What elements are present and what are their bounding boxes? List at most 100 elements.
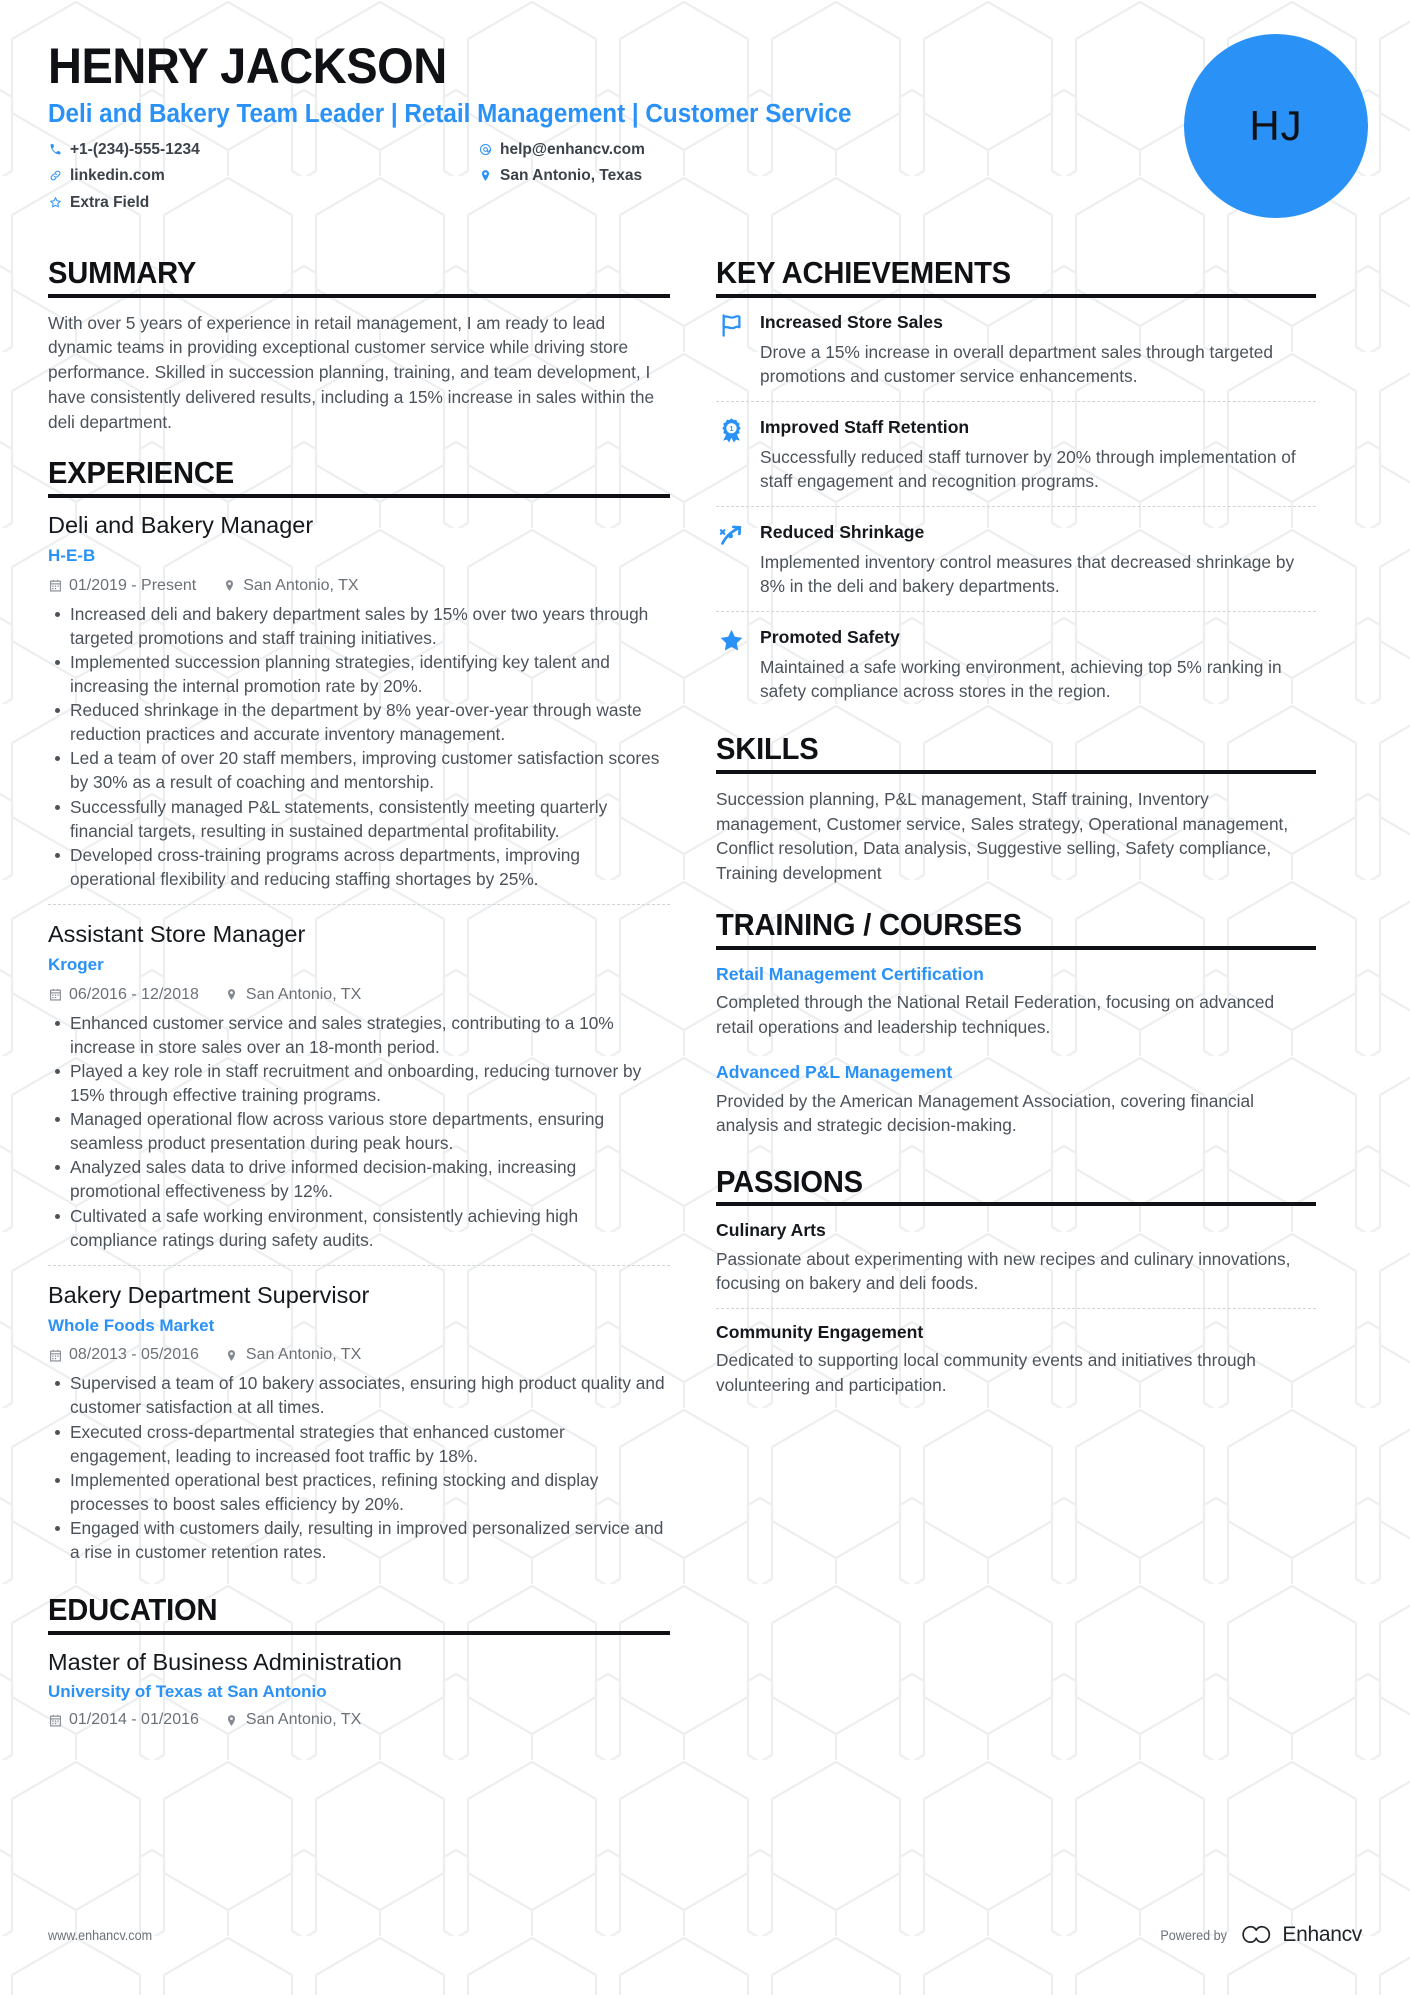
job-dates: 08/2013 - 05/2016	[48, 1346, 199, 1364]
education-location-text: San Antonio, TX	[245, 1711, 362, 1729]
job-company: H-E-B	[48, 546, 96, 566]
list-item: Managed operational flow across various …	[48, 1107, 670, 1155]
job-dates: 01/2019 - Present	[48, 577, 196, 595]
list-item: Implemented operational best practices, …	[48, 1468, 670, 1516]
job-role: Deli and Bakery Manager	[48, 512, 314, 539]
passion-item: Culinary Arts Passionate about experimen…	[716, 1219, 1316, 1307]
link-icon	[48, 168, 63, 183]
achievement-desc: Drove a 15% increase in overall departme…	[760, 341, 1273, 386]
job-meta: 01/2019 - Present San Antonio, TX	[48, 577, 670, 595]
right-column: KEY ACHIEVEMENTS Increased Store Sales D…	[716, 255, 1316, 1736]
job-dates-text: 08/2013 - 05/2016	[69, 1346, 199, 1364]
achievement-desc: Maintained a safe working environment, a…	[760, 656, 1282, 702]
calendar-icon	[48, 988, 62, 1002]
divider	[716, 293, 1316, 298]
divider	[48, 293, 670, 298]
list-item: Enhanced customer service and sales stra…	[48, 1011, 670, 1059]
passion-desc: Passionate about experimenting with new …	[716, 1249, 1291, 1294]
experience-item: Deli and Bakery Manager H-E-B 01/2019 - …	[48, 511, 670, 904]
trend-arrow-icon	[716, 521, 746, 551]
section-title-passions: PASSIONS	[716, 1163, 863, 1199]
flag-icon	[716, 311, 746, 341]
contact-extra[interactable]: Extra Field	[48, 191, 478, 214]
section-title-experience: EXPERIENCE	[48, 455, 234, 491]
contact-extra-text: Extra Field	[70, 193, 150, 211]
passion-name: Culinary Arts	[716, 1220, 826, 1241]
section-summary: SUMMARY With over 5 years of experience …	[48, 255, 670, 434]
award-badge-icon: 1	[716, 416, 746, 446]
list-item: Developed cross-training programs across…	[48, 843, 670, 891]
contact-email[interactable]: help@enhancv.com	[478, 138, 678, 161]
divider	[48, 1630, 670, 1635]
resume-header: HENRY JACKSON Deli and Bakery Team Leade…	[48, 34, 1368, 230]
experience-item: Assistant Store Manager Kroger 06/2016 -…	[48, 904, 670, 1265]
achievement-desc: Successfully reduced staff turnover by 2…	[760, 446, 1296, 491]
divider	[716, 945, 1316, 950]
list-item: Engaged with customers daily, resulting …	[48, 1516, 670, 1564]
achievement-title: Increased Store Sales	[760, 311, 943, 332]
section-experience: EXPERIENCE Deli and Bakery Manager H-E-B…	[48, 456, 670, 1577]
contact-link[interactable]: linkedin.com	[48, 164, 478, 187]
list-item: Reduced shrinkage in the department by 8…	[48, 698, 670, 746]
star-filled-icon	[716, 626, 746, 656]
enhancv-logo: Enhancv	[1240, 1923, 1362, 1947]
calendar-icon	[48, 579, 62, 593]
course-desc: Completed through the National Retail Fe…	[716, 992, 1275, 1037]
list-item: Successfully managed P&L statements, con…	[48, 795, 670, 843]
location-icon	[222, 579, 236, 593]
contact-location[interactable]: San Antonio, Texas	[478, 164, 678, 187]
achievement-item: Reduced Shrinkage Implemented inventory …	[716, 505, 1316, 611]
contact-phone[interactable]: +1-(234)-555-1234	[48, 138, 478, 161]
passion-item: Community Engagement Dedicated to suppor…	[716, 1307, 1316, 1409]
achievement-title: Improved Staff Retention	[760, 416, 970, 437]
footer-url[interactable]: www.enhancv.com	[48, 1927, 152, 1943]
achievement-title: Reduced Shrinkage	[760, 521, 925, 542]
job-bullets: Supervised a team of 10 bakery associate…	[48, 1371, 670, 1564]
calendar-icon	[48, 1713, 62, 1727]
section-achievements: KEY ACHIEVEMENTS Increased Store Sales D…	[716, 255, 1316, 716]
calendar-icon	[48, 1348, 62, 1362]
achievement-item: Promoted Safety Maintained a safe workin…	[716, 611, 1316, 716]
job-meta: 08/2013 - 05/2016 San Antonio, TX	[48, 1346, 670, 1364]
education-item: Master of Business Administration Univer…	[48, 1648, 670, 1729]
star-icon	[48, 195, 63, 210]
email-icon	[478, 142, 493, 157]
section-title-skills: SKILLS	[716, 731, 819, 767]
job-company: Whole Foods Market	[48, 1316, 215, 1336]
section-education: EDUCATION Master of Business Administrat…	[48, 1593, 670, 1729]
achievement-item: 1 Improved Staff Retention Successfully …	[716, 400, 1316, 506]
contact-email-text: help@enhancv.com	[500, 141, 645, 159]
education-degree: Master of Business Administration	[48, 1648, 402, 1675]
job-company: Kroger	[48, 955, 104, 975]
list-item: Cultivated a safe working environment, c…	[48, 1204, 670, 1252]
list-item: Implemented succession planning strategi…	[48, 650, 670, 698]
section-passions: PASSIONS Culinary Arts Passionate about …	[716, 1163, 1316, 1409]
section-title-achievements: KEY ACHIEVEMENTS	[716, 255, 1011, 290]
list-item: Led a team of over 20 staff members, imp…	[48, 746, 670, 794]
resume-body: SUMMARY With over 5 years of experience …	[48, 255, 1362, 1736]
divider	[48, 494, 670, 499]
summary-text: With over 5 years of experience in retai…	[48, 312, 655, 432]
job-bullets: Enhanced customer service and sales stra…	[48, 1011, 670, 1252]
job-bullets: Increased deli and bakery department sal…	[48, 602, 670, 892]
course-desc: Provided by the American Management Asso…	[716, 1090, 1254, 1135]
achievement-desc: Implemented inventory control measures t…	[760, 551, 1295, 596]
job-dates-text: 01/2019 - Present	[69, 576, 197, 594]
job-location-text: San Antonio, TX	[245, 985, 362, 1003]
section-title-education: EDUCATION	[48, 1592, 218, 1628]
page-title: HENRY JACKSON	[48, 38, 447, 94]
education-dates-text: 01/2014 - 01/2016	[69, 1711, 199, 1729]
location-icon	[225, 1348, 239, 1362]
headline: Deli and Bakery Team Leader | Retail Man…	[48, 100, 852, 128]
job-role: Assistant Store Manager	[48, 921, 306, 948]
left-column: SUMMARY With over 5 years of experience …	[48, 255, 670, 1736]
section-training: TRAINING / COURSES Retail Management Cer…	[716, 907, 1316, 1149]
location-icon	[225, 988, 239, 1002]
passion-name: Community Engagement	[716, 1321, 924, 1342]
footer-brand-group: Powered by Enhancv	[1153, 1923, 1362, 1947]
education-dates: 01/2014 - 01/2016	[48, 1711, 199, 1729]
education-school: University of Texas at San Antonio	[48, 1682, 327, 1702]
contact-phone-text: +1-(234)-555-1234	[70, 141, 200, 159]
job-location: San Antonio, TX	[225, 1346, 361, 1364]
job-location: San Antonio, TX	[225, 986, 361, 1004]
